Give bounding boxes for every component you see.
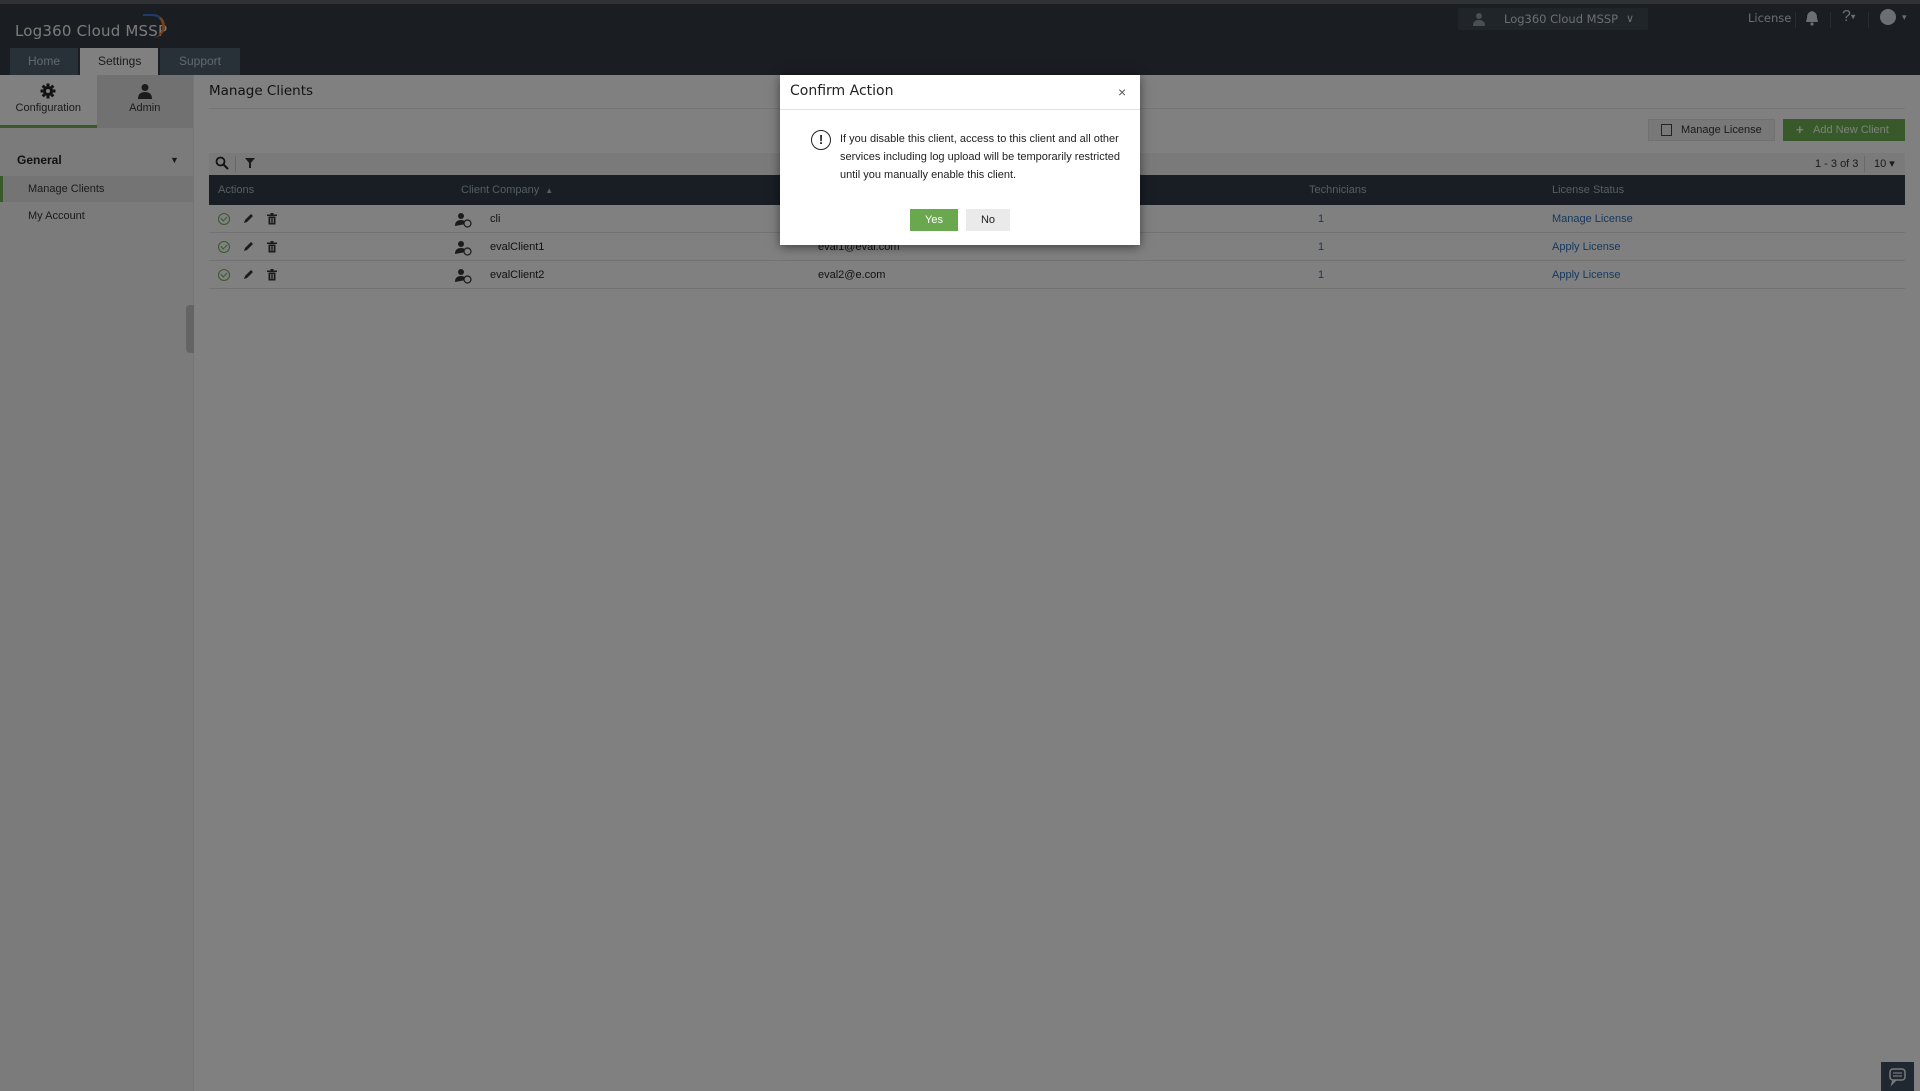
yes-button[interactable]: Yes	[910, 209, 958, 231]
no-button[interactable]: No	[966, 209, 1010, 231]
dialog-divider	[780, 109, 1140, 110]
dialog-message: If you disable this client, access to th…	[840, 133, 1121, 181]
warning-icon: !	[811, 130, 831, 150]
dialog-title: Confirm Action	[790, 83, 894, 99]
close-icon[interactable]: ×	[1118, 84, 1126, 100]
confirm-action-dialog: Confirm Action × ! If you disable this c…	[780, 75, 1140, 245]
